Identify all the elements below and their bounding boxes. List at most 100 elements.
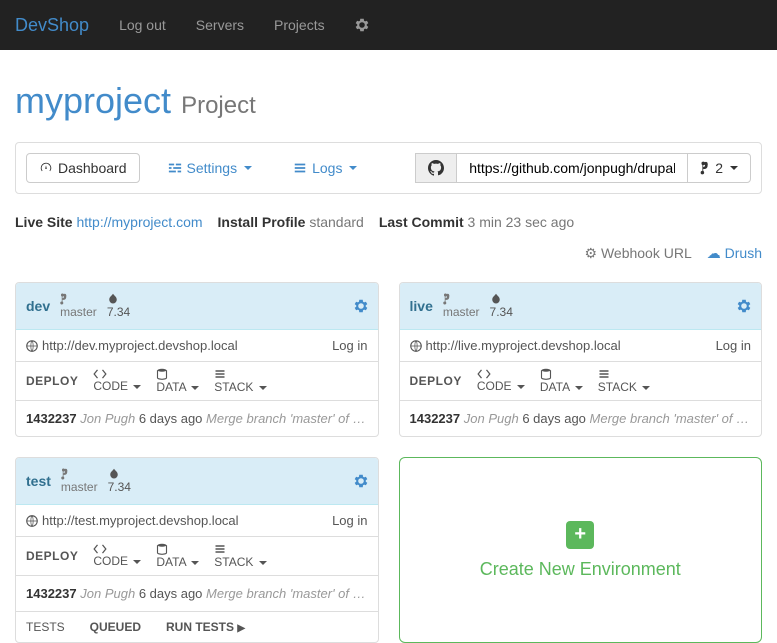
navbar: DevShop Log out Servers Projects — [0, 0, 777, 50]
nav-servers[interactable]: Servers — [181, 2, 259, 48]
dashboard-icon — [39, 161, 53, 175]
brand-link[interactable]: DevShop — [15, 15, 89, 36]
globe-icon — [26, 340, 38, 352]
env-login-link[interactable]: Log in — [716, 338, 751, 353]
commit-author: Jon Pugh — [80, 411, 135, 426]
env-url[interactable]: http://dev.myproject.devshop.local — [42, 338, 238, 353]
caret-down-icon — [349, 166, 357, 170]
deploy-label: DEPLOY — [26, 549, 78, 563]
webhook-link[interactable]: ⚙ Webhook URL — [585, 245, 692, 262]
commit-age: 6 days ago — [139, 411, 203, 426]
commit-msg: Merge branch 'master' of … — [206, 586, 366, 601]
env-url-row: http://live.myproject.devshop.local Log … — [400, 330, 762, 362]
drush-link[interactable]: ☁ Drush — [707, 245, 762, 262]
commit-sha: 1432237 — [26, 411, 77, 426]
code-dropdown[interactable]: CODE — [93, 369, 141, 393]
commit-age: 6 days ago — [522, 411, 586, 426]
env-login-link[interactable]: Log in — [332, 338, 367, 353]
commit-author: Jon Pugh — [464, 411, 519, 426]
env-url-row: http://dev.myproject.devshop.local Log i… — [16, 330, 378, 362]
tests-status: QUEUED — [90, 620, 141, 634]
env-last-commit: 1432237 Jon Pugh 6 days ago Merge branch… — [400, 401, 762, 436]
install-profile-label: Install Profile — [218, 214, 306, 230]
create-environment-button[interactable]: + Create New Environment — [399, 457, 763, 643]
env-url[interactable]: http://test.myproject.devshop.local — [42, 513, 239, 528]
env-actions: DEPLOY CODE DATA STACK — [400, 362, 762, 401]
env-login-link[interactable]: Log in — [332, 513, 367, 528]
caret-down-icon — [244, 166, 252, 170]
data-dropdown[interactable]: DATA — [540, 368, 583, 394]
run-tests-button[interactable]: RUN TESTS ▶ — [166, 620, 245, 634]
project-name: myproject — [15, 80, 171, 121]
nav-projects[interactable]: Projects — [259, 2, 340, 48]
nav-logout[interactable]: Log out — [104, 2, 181, 48]
env-settings-icon[interactable] — [737, 299, 751, 313]
list-icon — [293, 161, 307, 175]
deploy-label: DEPLOY — [26, 374, 78, 388]
env-actions: DEPLOY CODE DATA STACK — [16, 537, 378, 576]
repo-input-group: 2 — [415, 153, 751, 183]
last-commit-time: 3 min 23 sec ago — [468, 214, 575, 230]
project-toolbar: Dashboard Settings Logs 2 — [15, 142, 762, 194]
sliders-icon — [168, 161, 182, 175]
commit-author: Jon Pugh — [80, 586, 135, 601]
env-name[interactable]: dev — [26, 298, 50, 314]
env-panel-live: live master 7.34 http://live.myproject.d… — [399, 282, 763, 437]
env-url-row: http://test.myproject.devshop.local Log … — [16, 505, 378, 537]
caret-down-icon — [730, 166, 738, 170]
project-subtitle: Project — [181, 92, 256, 119]
page-title: myproject Project — [15, 80, 762, 122]
branch-select-button[interactable]: 2 — [687, 153, 751, 183]
live-site-link[interactable]: http://myproject.com — [76, 214, 202, 230]
tests-label: TESTS — [26, 620, 65, 634]
commit-sha: 1432237 — [26, 586, 77, 601]
project-meta: Live Site http://myproject.com Install P… — [15, 214, 762, 262]
code-dropdown[interactable]: CODE — [477, 369, 525, 393]
repo-url-input[interactable] — [457, 153, 687, 183]
globe-icon — [410, 340, 422, 352]
env-heading: test master 7.34 — [16, 458, 378, 505]
env-name[interactable]: test — [26, 473, 51, 489]
live-site-label: Live Site — [15, 214, 73, 230]
commit-msg: Merge branch 'master' of … — [206, 411, 366, 426]
gear-icon[interactable] — [340, 3, 384, 47]
env-last-commit: 1432237 Jon Pugh 6 days ago Merge branch… — [16, 401, 378, 436]
code-dropdown[interactable]: CODE — [93, 544, 141, 568]
env-last-commit: 1432237 Jon Pugh 6 days ago Merge branch… — [16, 576, 378, 611]
last-commit-label: Last Commit — [379, 214, 464, 230]
env-panel-test: test master 7.34 http://test.myproject.d… — [15, 457, 379, 643]
create-env-label: Create New Environment — [480, 559, 681, 580]
env-branch: master — [61, 468, 98, 494]
env-panel-dev: dev master 7.34 http://dev.myproject.dev… — [15, 282, 379, 437]
cloud-icon: ☁ — [707, 245, 721, 261]
env-branch: master — [443, 293, 480, 319]
env-version: 7.34 — [108, 468, 131, 494]
env-tests-row: TESTS QUEUED RUN TESTS ▶ — [16, 611, 378, 642]
link-icon: ⚙ — [585, 245, 598, 261]
env-heading: dev master 7.34 — [16, 283, 378, 330]
env-branch: master — [60, 293, 97, 319]
install-profile-value: standard — [309, 214, 363, 230]
env-url[interactable]: http://live.myproject.devshop.local — [426, 338, 621, 353]
plus-icon: + — [566, 521, 594, 549]
env-version: 7.34 — [490, 293, 513, 319]
env-actions: DEPLOY CODE DATA STACK — [16, 362, 378, 401]
env-settings-icon[interactable] — [354, 299, 368, 313]
github-icon — [415, 153, 457, 183]
commit-age: 6 days ago — [139, 586, 203, 601]
commit-sha: 1432237 — [410, 411, 461, 426]
env-settings-icon[interactable] — [354, 474, 368, 488]
stack-dropdown[interactable]: STACK — [214, 543, 266, 569]
env-version: 7.34 — [107, 293, 130, 319]
stack-dropdown[interactable]: STACK — [214, 368, 266, 394]
data-dropdown[interactable]: DATA — [156, 543, 199, 569]
settings-button[interactable]: Settings — [155, 153, 266, 183]
env-name[interactable]: live — [410, 298, 433, 314]
env-heading: live master 7.34 — [400, 283, 762, 330]
logs-button[interactable]: Logs — [280, 153, 370, 183]
branch-icon — [700, 161, 710, 175]
deploy-label: DEPLOY — [410, 374, 462, 388]
data-dropdown[interactable]: DATA — [156, 368, 199, 394]
dashboard-button[interactable]: Dashboard — [26, 153, 140, 183]
stack-dropdown[interactable]: STACK — [598, 368, 650, 394]
